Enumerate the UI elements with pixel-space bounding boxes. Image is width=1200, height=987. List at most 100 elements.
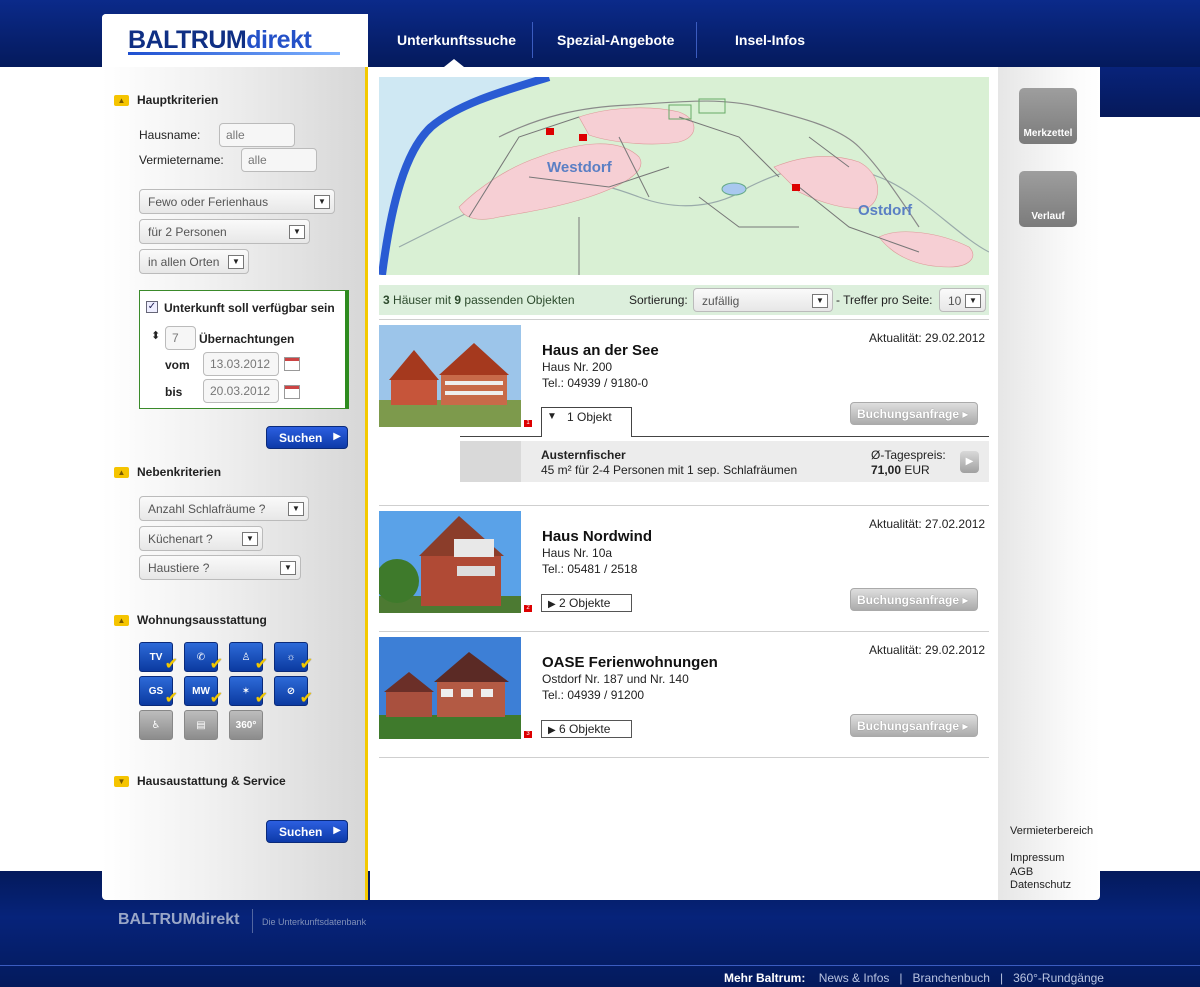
to-date-input[interactable]: 20.03.2012 [203, 379, 279, 403]
checkmark-icon: ✔ [299, 690, 313, 707]
house-photo-image [379, 511, 521, 613]
objects-tab-open[interactable]: ▼ 1 Objekt [541, 407, 632, 437]
merkzettel-button[interactable]: Merkzettel [1019, 88, 1077, 144]
nav-spezial-angebote[interactable]: Spezial-Angebote [557, 32, 674, 48]
nights-input[interactable]: 7 [165, 326, 196, 350]
nav-insel-infos[interactable]: Insel-Infos [735, 32, 805, 48]
footer-logo[interactable]: BALTRUMdirekt [118, 911, 239, 929]
vermieterbereich-link[interactable]: Vermieterbereich [1010, 825, 1093, 837]
ort-select[interactable]: in allen Orten ▼ [139, 249, 249, 274]
collapse-icon[interactable]: ▲ [114, 94, 129, 106]
from-date-input[interactable]: 13.03.2012 [203, 352, 279, 376]
header-band-right [1100, 67, 1200, 117]
verlauf-button[interactable]: Verlauf [1019, 171, 1077, 227]
chevron-right-icon: ▶ [333, 431, 341, 442]
checkmark-icon: ✔ [254, 656, 268, 673]
tv-icon[interactable]: TV ✔ [139, 642, 178, 673]
checkmark-icon: ✔ [164, 690, 178, 707]
sauna-icon[interactable]: ▤ [184, 710, 218, 740]
checkmark-icon: ✔ [164, 656, 178, 673]
divider [379, 631, 989, 632]
calendar-icon[interactable] [284, 385, 300, 399]
vermietername-input[interactable]: alle [241, 148, 317, 172]
sort-select[interactable]: zufällig ▼ [693, 288, 833, 312]
chevron-down-icon: ▼ [242, 532, 258, 546]
wheelchair-icon[interactable]: ♿ [139, 710, 173, 740]
objects-count: 1 Objekt [567, 410, 612, 424]
house-photo[interactable] [379, 637, 521, 739]
fitness-icon[interactable]: ✶ ✔ [229, 676, 268, 707]
footer-link-news[interactable]: News & Infos [819, 971, 890, 985]
map-label-westdorf: Westdorf [547, 159, 612, 176]
booking-request-button[interactable]: Buchungsanfrage ▸ [850, 402, 978, 425]
unterkunftsart-select[interactable]: Fewo oder Ferienhaus ▼ [139, 189, 335, 214]
agb-link[interactable]: AGB [1010, 866, 1033, 878]
phone-icon[interactable]: ✆ ✔ [184, 642, 223, 673]
section-nebenkriterien[interactable]: ▲ Nebenkriterien [114, 465, 221, 479]
personen-select[interactable]: für 2 Personen ▼ [139, 219, 310, 244]
footer-nav: Mehr Baltrum: News & Infos | Branchenbuc… [724, 971, 1104, 985]
footer-logo-separator [252, 909, 253, 933]
house-name[interactable]: OASE Ferienwohnungen [542, 654, 718, 671]
map-marker-tag: 2 [524, 605, 532, 612]
datenschutz-link[interactable]: Datenschutz [1010, 879, 1071, 891]
tab-line [631, 436, 989, 437]
section-wohnungsausstattung[interactable]: ▲ Wohnungsausstattung [114, 613, 267, 627]
objects-toggle[interactable]: ▶ 2 Objekte [541, 594, 632, 612]
no-smoking-icon[interactable]: ⊘ ✔ [274, 676, 313, 707]
collapse-icon[interactable]: ▲ [114, 614, 129, 626]
booking-request-button[interactable]: Buchungsanfrage ▸ [850, 588, 978, 611]
select-value: in allen Orten [148, 255, 220, 269]
footer-label: Mehr Baltrum: [724, 971, 806, 985]
house-name[interactable]: Haus Nordwind [542, 528, 652, 545]
chevron-down-icon: ▼ [965, 294, 981, 308]
house-phone: Tel.: 04939 / 9180-0 [542, 376, 649, 390]
section-hausausstattung[interactable]: ▼ Hausaustattung & Service [114, 774, 286, 788]
button-label: Buchungsanfrage [857, 407, 960, 421]
footer-divider [0, 965, 1200, 966]
nights-label: Übernachtungen [199, 332, 295, 346]
footer-link-rundgaenge[interactable]: 360°-Rundgänge [1013, 971, 1104, 985]
nav-unterkunftssuche[interactable]: Unterkunftssuche [397, 32, 516, 48]
chevron-right-icon: ▸ [962, 407, 969, 421]
availability-checkbox[interactable]: ✓ [146, 301, 158, 313]
collapse-icon[interactable]: ▲ [114, 466, 129, 478]
object-thumbnail [460, 441, 521, 482]
impressum-link[interactable]: Impressum [1010, 852, 1064, 864]
kuechenart-select[interactable]: Küchenart ? ▼ [139, 526, 263, 551]
hausname-label: Hausname: [139, 128, 201, 142]
house-address: Haus Nr. 200 [542, 360, 613, 374]
section-hauptkriterien[interactable]: ▲ Hauptkriterien [114, 93, 218, 107]
brand-logo[interactable]: BALTRUMdirekt [128, 26, 312, 55]
house-photo[interactable] [379, 511, 521, 613]
dishwasher-icon[interactable]: GS ✔ [139, 676, 178, 707]
map-graphic [379, 77, 989, 275]
section-title: Nebenkriterien [137, 465, 222, 479]
terrace-sun-icon[interactable]: ☼ ✔ [274, 642, 313, 673]
360-view-icon[interactable]: 360° [229, 710, 263, 740]
house-photo[interactable] [379, 325, 521, 427]
person-table-icon[interactable]: ♙ ✔ [229, 642, 268, 673]
island-map[interactable]: Westdorf Ostdorf [379, 77, 989, 275]
availability-label: Unterkunft soll verfügbar sein [164, 301, 335, 315]
objects-toggle[interactable]: ▶ 6 Objekte [541, 720, 632, 738]
expand-icon[interactable]: ▼ [114, 775, 129, 787]
per-page-select[interactable]: 10 ▼ [939, 288, 986, 312]
object-row[interactable]: Austernfischer 45 m² für 2-4 Personen mi… [460, 441, 989, 482]
select-value: für 2 Personen [148, 225, 227, 239]
house-name[interactable]: Haus an der See [542, 342, 659, 359]
haustiere-select[interactable]: Haustiere ? ▼ [139, 555, 301, 580]
booking-request-button[interactable]: Buchungsanfrage ▸ [850, 714, 978, 737]
select-value: 10 [948, 294, 962, 308]
footer-link-branchenbuch[interactable]: Branchenbuch [913, 971, 990, 985]
microwave-icon[interactable]: MW ✔ [184, 676, 223, 707]
chevron-right-icon: ▸ [962, 719, 969, 733]
object-detail-button[interactable]: ▶ [960, 451, 979, 473]
stepper-icon[interactable]: ⬍ [151, 329, 160, 342]
search-button[interactable]: Suchen ▶ [266, 426, 348, 449]
calendar-icon[interactable] [284, 357, 300, 371]
hausname-input[interactable]: alle [219, 123, 295, 147]
checkmark-icon: ✔ [209, 690, 223, 707]
schlafraeume-select[interactable]: Anzahl Schlafräume ? ▼ [139, 496, 309, 521]
search-button-bottom[interactable]: Suchen ▶ [266, 820, 348, 843]
